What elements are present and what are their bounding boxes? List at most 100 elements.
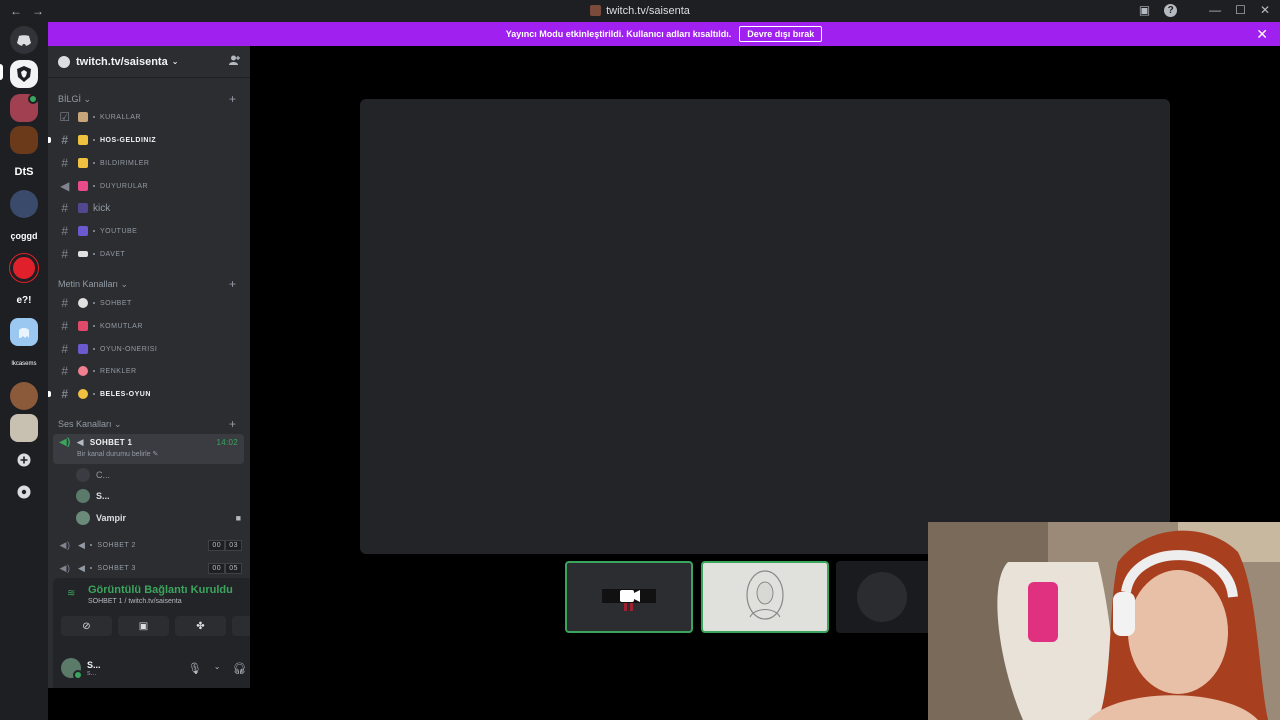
bell-icon: [78, 158, 88, 168]
screen-share-button[interactable]: ▣: [118, 616, 169, 636]
server-avatar-2[interactable]: [10, 126, 38, 154]
participant-tile-1[interactable]: [565, 561, 693, 633]
camera-off-icon: ⊘: [82, 620, 91, 632]
microphone-icon[interactable]: 🎙︎: [188, 662, 202, 675]
server-twitch-saisenta[interactable]: [10, 60, 38, 88]
forward-arrow-icon[interactable]: →: [32, 4, 44, 18]
signal-icon: ≋: [67, 588, 76, 599]
user-name: S...: [96, 491, 110, 501]
server-lkcasems[interactable]: lkcasems: [10, 350, 38, 378]
channel-label: BELES-OYUN: [100, 390, 151, 398]
chevron-down-icon: ⌄: [171, 57, 179, 66]
chevron-down-icon[interactable]: ⌄: [214, 662, 221, 675]
title-bar: ← → twitch.tv/saisenta ▣ ? — ☐ ✕: [0, 0, 1280, 22]
category-text-channels[interactable]: Metin Kanalları ⌄ +: [58, 277, 240, 291]
speaker-icon: ◀: [78, 562, 86, 573]
palette-icon: [78, 366, 88, 376]
user-name: C...: [96, 470, 111, 480]
camera-off-button[interactable]: ⊘: [61, 616, 112, 636]
voice-channel-sohbet-1[interactable]: ◀) ◀ SOHBET 1 14:02 Bir kanal durumu bel…: [53, 434, 244, 464]
channel-sohbet[interactable]: # SOHBET: [58, 294, 242, 312]
channel-kurallar[interactable]: ☑ KURALLAR: [58, 108, 242, 126]
voice-channel-sohbet-2[interactable]: ◀) ◀ SOHBET 2 00 03: [58, 536, 242, 554]
webcam-overlay: [928, 522, 1280, 720]
channel-label: DUYURULAR: [100, 182, 149, 190]
channel-davet[interactable]: # DAVET: [58, 245, 242, 263]
chevron-down-icon: ⌄: [83, 94, 92, 104]
channel-label: kick: [93, 202, 111, 214]
wave-icon: [78, 135, 88, 145]
channel-renkler[interactable]: # RENKLER: [58, 362, 242, 380]
explore-icon[interactable]: [10, 478, 38, 506]
server-avatar-3[interactable]: [10, 190, 38, 218]
screen-share-icon: ▣: [138, 620, 149, 632]
server-header[interactable]: twitch.tv/saisenta ⌄: [48, 46, 250, 78]
banner-close-icon[interactable]: ✕: [1256, 26, 1268, 43]
voice-user-1[interactable]: C...: [76, 468, 241, 482]
add-channel-icon[interactable]: +: [229, 277, 236, 291]
participant-tile-3[interactable]: [836, 561, 928, 633]
voice-channel-sohbet-3[interactable]: ◀) ◀ SOHBET 3 00 05: [58, 559, 242, 577]
channel-bildirimler[interactable]: # BILDIRIMLER: [58, 154, 242, 172]
speaker-icon: ◀: [78, 539, 86, 550]
channel-duyurular[interactable]: ◀ DUYURULAR: [58, 177, 242, 195]
server-avatar-5[interactable]: [10, 318, 38, 346]
unread-indicator: [48, 391, 51, 397]
channel-komutlar[interactable]: # KOMUTLAR: [58, 317, 242, 335]
channel-youtube[interactable]: # YOUTUBE: [58, 222, 242, 240]
help-icon[interactable]: ?: [1164, 3, 1178, 17]
channel-label: KURALLAR: [100, 113, 141, 121]
rules-checkbox-icon: ☑: [59, 110, 71, 124]
activities-button[interactable]: ✤: [175, 616, 226, 636]
invite-people-icon[interactable]: [229, 55, 240, 69]
discord-home-icon[interactable]: [10, 26, 38, 54]
connection-status[interactable]: Görüntülü Bağlantı Kuruldu: [88, 584, 233, 596]
speech-bubble-icon: [78, 298, 88, 308]
server-dts[interactable]: DtS: [10, 158, 38, 186]
hash-icon: #: [61, 156, 69, 170]
channel-label: BILDIRIMLER: [100, 159, 150, 167]
voice-connected-icon: ◀): [59, 539, 71, 550]
voice-channel-label: SOHBET 1: [89, 437, 133, 447]
ghost-icon: [19, 328, 29, 338]
server-avatar-7[interactable]: [10, 414, 38, 442]
channel-label: SOHBET: [100, 299, 132, 307]
speaker-icon: ◀: [76, 436, 84, 447]
focused-video-tile[interactable]: [360, 99, 1170, 554]
camera-icon: ■: [235, 513, 241, 523]
minimize-button[interactable]: —: [1209, 3, 1221, 17]
server-e[interactable]: e?!: [10, 286, 38, 314]
disable-streamer-mode-button[interactable]: Devre dışı bırak: [739, 26, 823, 42]
add-channel-icon[interactable]: +: [229, 92, 236, 106]
user-tag: s...: [87, 669, 97, 677]
connection-channel[interactable]: SOHBET 1 / twitch.tv/saisenta: [88, 598, 182, 605]
server-coggd[interactable]: çoggd: [10, 222, 38, 250]
envelope-icon: [78, 251, 88, 257]
channel-oyun-onerisi[interactable]: # OYUN-ONERISI: [58, 340, 242, 358]
headphones-icon[interactable]: 🎧︎: [232, 662, 246, 675]
add-channel-icon[interactable]: +: [229, 417, 236, 431]
channel-kick[interactable]: # kick: [58, 199, 242, 217]
add-server-icon[interactable]: [10, 446, 38, 474]
kick-icon: [78, 203, 88, 213]
favicon-icon: [590, 5, 602, 16]
avatar: [746, 570, 784, 620]
server-avatar-4[interactable]: [10, 254, 38, 282]
inbox-icon[interactable]: ▣: [1139, 3, 1150, 17]
category-info[interactable]: BİLGİ ⌄ +: [58, 92, 240, 106]
channel-beles-oyun[interactable]: # BELES-OYUN: [48, 385, 242, 403]
user-display-name: S...: [87, 659, 101, 670]
maximize-button[interactable]: ☐: [1235, 3, 1246, 17]
voice-user-3[interactable]: Vampir ■: [76, 511, 241, 525]
back-arrow-icon[interactable]: ←: [10, 4, 22, 18]
server-shield-icon: [17, 66, 31, 82]
server-avatar-6[interactable]: [10, 382, 38, 410]
discord-logo-icon: [17, 34, 31, 46]
category-voice-channels[interactable]: Ses Kanalları ⌄ +: [58, 417, 240, 431]
close-button[interactable]: ✕: [1260, 3, 1270, 17]
hash-icon: #: [61, 387, 69, 401]
channel-status[interactable]: Bir kanal durumu belirle ✎: [53, 450, 244, 458]
voice-user-2[interactable]: S...: [76, 489, 241, 503]
channel-hos-geldiniz[interactable]: # HOS-GELDINIZ: [48, 131, 242, 149]
participant-tile-2[interactable]: [701, 561, 829, 633]
